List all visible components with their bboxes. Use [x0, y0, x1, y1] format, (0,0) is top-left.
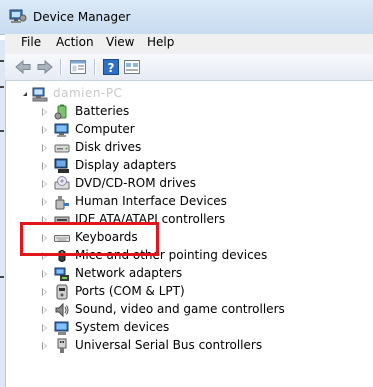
hid-icon	[55, 196, 69, 210]
battery-icon	[54, 104, 67, 120]
sound-icon	[55, 302, 69, 318]
computer-root-icon	[32, 87, 48, 102]
tree-item-dvd-drives[interactable]: DVD/CD-ROM drives	[6, 175, 366, 193]
show-hidden-icon[interactable]	[123, 58, 141, 76]
properties-icon[interactable]	[69, 58, 87, 76]
expand-arrow-icon[interactable]	[42, 270, 47, 278]
tree-item-label: Batteries	[75, 104, 130, 118]
menu-view[interactable]: View	[105, 35, 135, 49]
tree-item-label: Ports (COM & LPT)	[75, 284, 185, 298]
expand-arrow-icon[interactable]	[42, 324, 47, 332]
tree-item-label: System devices	[75, 320, 170, 334]
menu-file[interactable]: File	[20, 35, 42, 49]
display-adapter-icon	[54, 158, 69, 173]
menu-bar: File Action View Help	[5, 34, 373, 54]
device-manager-icon	[9, 9, 27, 23]
network-adapter-icon	[54, 267, 69, 281]
port-icon	[56, 284, 68, 300]
expand-arrow-icon[interactable]	[42, 126, 47, 134]
tree-item-label: Human Interface Devices	[75, 194, 227, 208]
title-bar: Device Manager	[0, 0, 373, 35]
dvd-drive-icon	[54, 176, 70, 190]
tree-item-label: Sound, video and game controllers	[75, 302, 285, 316]
tree-item-batteries[interactable]: Batteries	[6, 103, 366, 121]
tree-item-sound[interactable]: Sound, video and game controllers	[6, 301, 366, 319]
usb-icon	[57, 338, 67, 353]
expand-arrow-icon[interactable]	[42, 342, 47, 350]
tree-item-label: Computer	[75, 122, 135, 136]
expand-arrow-icon[interactable]	[42, 306, 47, 314]
tree-item-label: Display adapters	[75, 158, 177, 172]
root-computer-name: damien-PC	[53, 86, 123, 100]
tree-item-label: Disk drives	[75, 140, 142, 154]
tree-item-label: Network adapters	[75, 266, 183, 280]
expand-arrow-icon[interactable]	[42, 180, 47, 188]
collapse-arrow-icon[interactable]	[19, 92, 27, 96]
tree-item-hid[interactable]: Human Interface Devices	[6, 193, 366, 211]
tree-item-label: Universal Serial Bus controllers	[75, 338, 263, 352]
expand-arrow-icon[interactable]	[42, 288, 47, 296]
back-arrow-icon[interactable]	[14, 58, 32, 76]
computer-icon	[54, 123, 69, 137]
window-title: Device Manager	[33, 10, 131, 24]
tree-item-usb-controllers[interactable]: Universal Serial Bus controllers	[6, 337, 366, 355]
help-icon[interactable]: ?	[102, 58, 120, 76]
toolbar: ?	[5, 54, 373, 81]
tree-item-ports[interactable]: Ports (COM & LPT)	[6, 283, 366, 301]
tree-root[interactable]: damien-PC	[6, 85, 366, 103]
menu-action[interactable]: Action	[55, 35, 95, 49]
expand-arrow-icon[interactable]	[42, 108, 47, 116]
forward-arrow-icon[interactable]	[36, 58, 54, 76]
expand-arrow-icon[interactable]	[42, 144, 47, 152]
tree-item-label: DVD/CD-ROM drives	[75, 176, 197, 190]
expand-arrow-icon[interactable]	[42, 198, 47, 206]
tree-item-system-devices[interactable]: System devices	[6, 319, 366, 337]
annotation-highlight-box	[20, 222, 159, 256]
tree-item-disk-drives[interactable]: Disk drives	[6, 139, 366, 157]
tree-item-network-adapters[interactable]: Network adapters	[6, 265, 366, 283]
tree-item-computer[interactable]: Computer	[6, 121, 366, 139]
menu-help[interactable]: Help	[146, 35, 175, 49]
disk-drive-icon	[54, 144, 70, 153]
expand-arrow-icon[interactable]	[42, 162, 47, 170]
tree-item-display-adapters[interactable]: Display adapters	[6, 157, 366, 175]
svg-text:?: ?	[108, 61, 115, 75]
system-device-icon	[54, 321, 69, 335]
